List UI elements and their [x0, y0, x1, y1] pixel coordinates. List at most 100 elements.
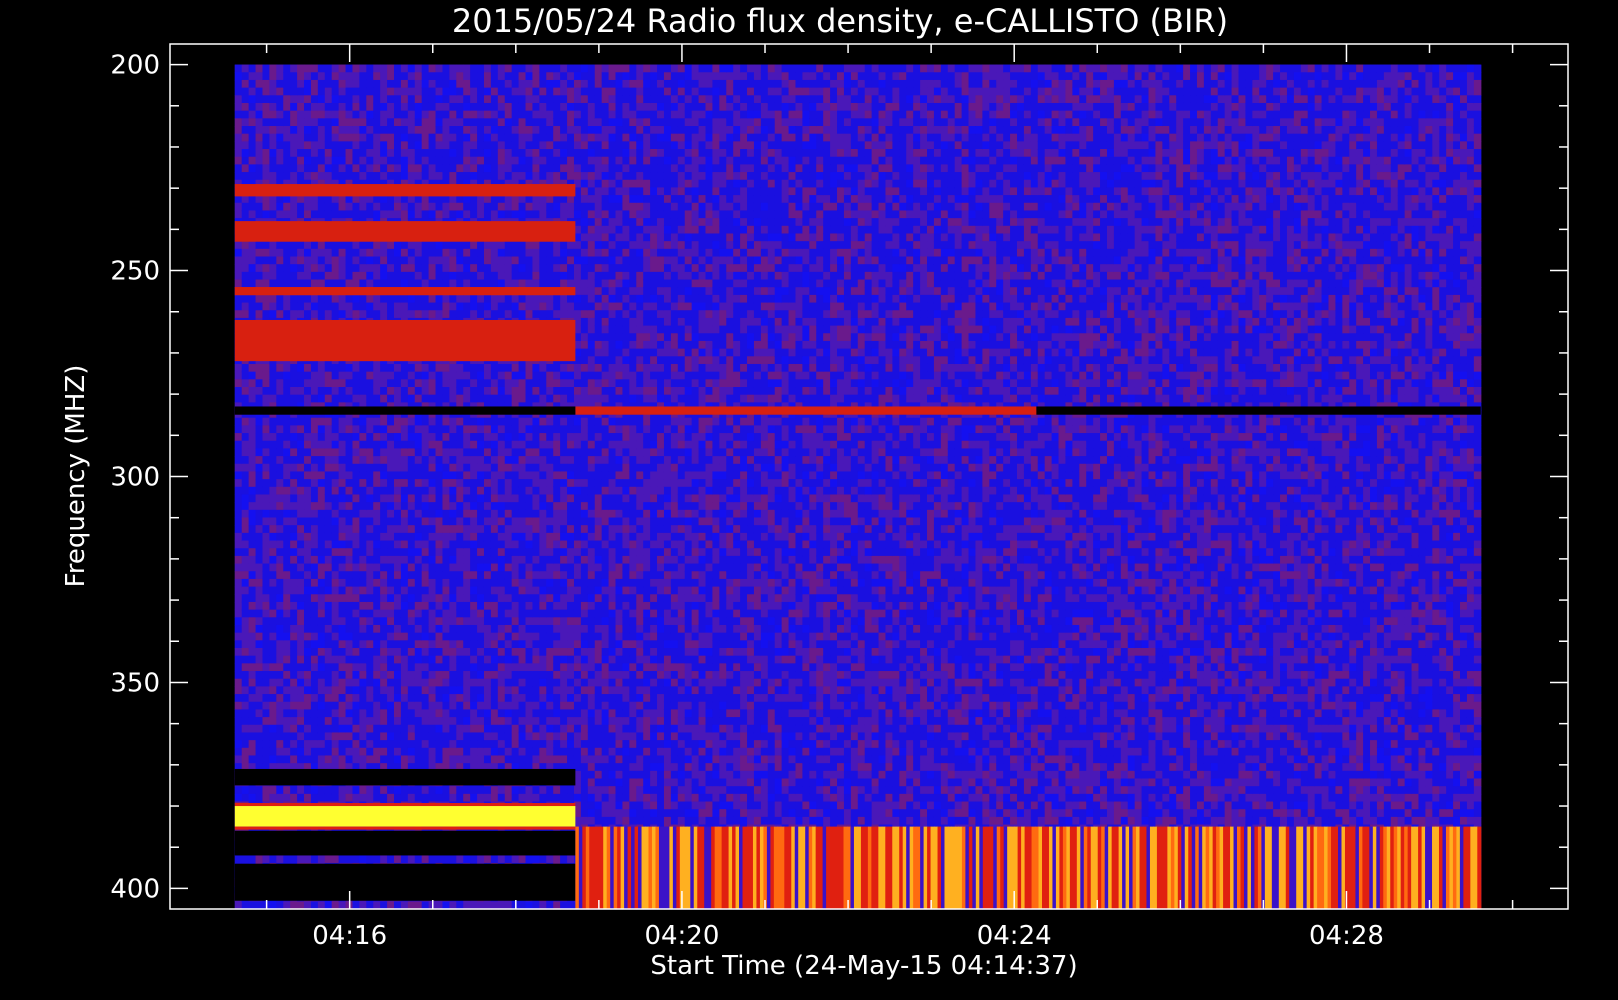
heatmap-cell [304, 141, 312, 150]
heatmap-cell [373, 110, 381, 119]
heatmap-cell [504, 394, 513, 403]
heatmap-cell [477, 133, 485, 142]
heatmap-cell [234, 417, 243, 426]
heatmap-cell [234, 463, 243, 473]
heatmap-cell [304, 463, 312, 473]
heatmap-cell [456, 279, 464, 288]
heatmap-cell [324, 609, 333, 618]
heatmap-cell [304, 578, 312, 588]
heatmap-cell [477, 571, 485, 580]
heatmap-cell [297, 571, 305, 580]
heatmap-cell [290, 371, 298, 380]
heatmap-cell [352, 678, 360, 687]
heatmap-cell [304, 678, 312, 687]
heatmap-cell [366, 578, 374, 588]
heatmap-cell [269, 471, 277, 480]
heatmap-cell [324, 64, 333, 73]
heatmap-cell [387, 256, 395, 265]
heatmap-cell [483, 417, 492, 426]
heatmap-cell [324, 371, 333, 380]
heatmap-cell [463, 164, 471, 173]
heatmap-cell [470, 241, 478, 250]
heatmap-cell [539, 64, 547, 73]
heatmap-cell [366, 540, 374, 549]
heatmap-cell [414, 302, 423, 311]
heatmap-cell [248, 732, 257, 741]
heatmap-cell [338, 126, 347, 135]
heatmap-cell [490, 72, 499, 81]
heatmap-cell [532, 118, 540, 127]
heatmap-cell [525, 601, 534, 611]
heatmap-cell [345, 517, 354, 526]
heatmap-cell [345, 210, 354, 219]
heatmap-cell [241, 379, 250, 388]
heatmap-cell [504, 532, 513, 542]
heatmap-cell [387, 540, 395, 549]
heatmap-cell [539, 264, 547, 273]
heatmap-cell [477, 118, 485, 127]
heatmap-cell [380, 479, 388, 488]
heatmap-cell [352, 786, 360, 795]
heatmap-cell [352, 563, 360, 572]
heatmap-cell [317, 118, 326, 127]
heatmap-cell [421, 624, 430, 634]
heatmap-cell [359, 617, 367, 626]
heatmap-cell [525, 786, 534, 795]
heatmap-cell [317, 87, 326, 96]
heatmap-cell [359, 793, 367, 803]
heatmap-cell [324, 663, 333, 672]
heatmap-cell [387, 655, 395, 664]
heatmap-cell [539, 594, 547, 603]
heatmap-cell [532, 425, 540, 434]
heatmap-cell [421, 79, 430, 89]
heatmap-cell [338, 686, 347, 695]
heatmap-cell [477, 210, 485, 219]
heatmap-cell [304, 72, 312, 81]
heatmap-cell [269, 594, 277, 603]
heatmap-cell [518, 601, 527, 611]
heatmap-cell [317, 671, 326, 680]
heatmap-cell [490, 740, 499, 749]
heatmap-cell [428, 363, 437, 373]
heatmap-cell [532, 479, 540, 488]
heatmap-cell [456, 248, 464, 258]
heatmap-cell [407, 463, 416, 473]
heatmap-cell [310, 755, 319, 764]
heatmap-cell [304, 264, 312, 273]
heatmap-cell [504, 717, 513, 726]
heatmap-cell [338, 264, 347, 273]
heatmap-cell [394, 525, 402, 534]
heatmap-cell [511, 463, 520, 473]
heatmap-cell [331, 594, 340, 603]
heatmap-cell [359, 701, 367, 711]
heatmap-cell [317, 387, 326, 396]
heatmap-cell [269, 417, 277, 426]
heatmap-cell [352, 172, 360, 181]
heatmap-cell [262, 724, 270, 734]
heatmap-cell [532, 502, 540, 511]
heatmap-cell [463, 486, 471, 496]
heatmap-cell [539, 95, 547, 104]
chart-title: 2015/05/24 Radio flux density, e-CALLIST… [452, 2, 1228, 40]
heatmap-cell [366, 601, 374, 611]
heatmap-cell [331, 126, 340, 135]
heatmap-cell [241, 648, 250, 657]
heatmap-cell [470, 456, 478, 465]
heatmap-cell [345, 133, 354, 142]
heatmap-cell [435, 624, 444, 634]
heatmap-cell [442, 732, 450, 741]
heatmap-cell [421, 479, 430, 488]
heatmap-cell [241, 371, 250, 380]
heatmap-cell [317, 548, 326, 557]
heatmap-cell [518, 624, 527, 634]
heatmap-cell [352, 271, 360, 281]
heatmap-cell [442, 394, 450, 403]
heatmap-cell [366, 793, 374, 803]
heatmap-cell [255, 463, 264, 473]
heatmap-cell [290, 294, 298, 304]
heatmap-cell [297, 586, 305, 595]
heatmap-cell [269, 156, 277, 165]
heatmap-cell [366, 671, 374, 680]
heatmap-cell [532, 279, 540, 288]
heatmap-cell [276, 118, 284, 127]
